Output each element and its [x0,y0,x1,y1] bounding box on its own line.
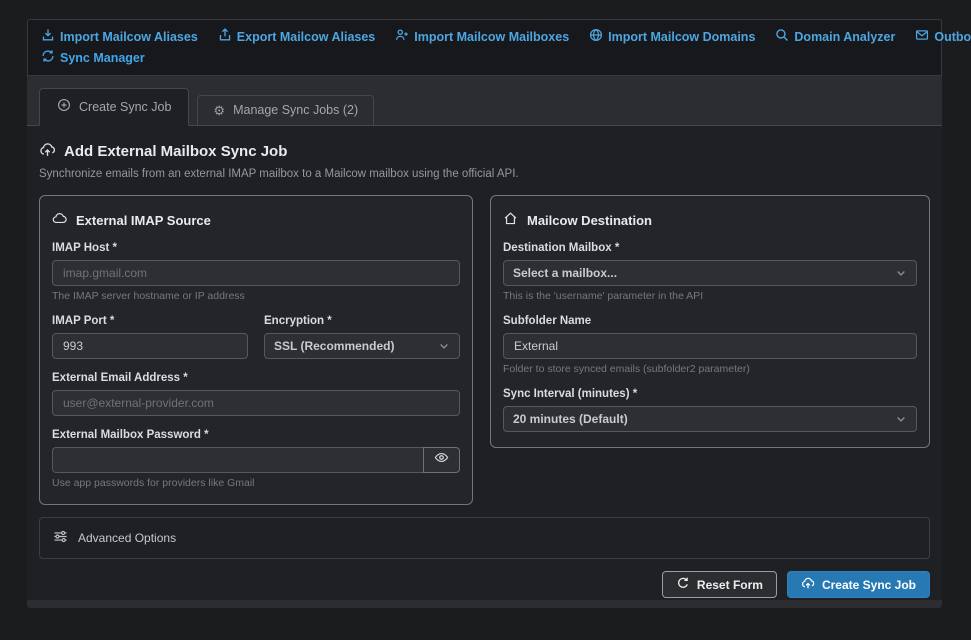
subfolder-help: Folder to store synced emails (subfolder… [503,363,917,375]
password-help: Use app passwords for providers like Gma… [52,477,460,489]
mailcow-destination-panel: Mailcow Destination Destination Mailbox … [490,195,930,448]
create-sync-job-panel: Add External Mailbox Sync Job Synchroniz… [27,125,942,600]
external-password-input[interactable] [52,447,423,473]
tab-label: Create Sync Job [79,100,171,114]
form-footer: Reset Form Create Sync Job [39,571,930,598]
nav-label: Outbound Monitor [934,30,971,44]
source-panel-title-text: External IMAP Source [76,213,211,228]
page-title: Add External Mailbox Sync Job [39,141,930,162]
reset-form-label: Reset Form [697,578,763,592]
destination-mailbox-selected-value: Select a mailbox... [513,266,617,280]
navbar-row-2: Sync Manager [41,49,928,66]
page-subtitle: Synchronize emails from an external IMAP… [39,168,930,180]
person-plus-icon [395,28,409,45]
tab-label: Manage Sync Jobs (2) [233,103,358,117]
reset-form-button[interactable]: Reset Form [662,571,777,598]
nav-domain-analyzer[interactable]: Domain Analyzer [775,28,895,45]
sync-manager-app: Import Mailcow Aliases Export Mailcow Al… [27,19,942,608]
cloud-icon [52,211,67,229]
gear-icon: ⚙ [213,104,225,117]
nav-import-mailboxes[interactable]: Import Mailcow Mailboxes [395,28,569,45]
nav-label: Export Mailcow Aliases [237,30,375,44]
chevron-down-icon [895,267,907,279]
nav-import-domains[interactable]: Import Mailcow Domains [589,28,755,45]
form-panels: External IMAP Source IMAP Host * The IMA… [39,195,930,505]
box-arrow-up-icon [218,28,232,45]
nav-export-aliases[interactable]: Export Mailcow Aliases [218,28,375,45]
eye-icon [434,450,449,470]
encryption-label: Encryption * [264,315,460,327]
advanced-options-label: Advanced Options [78,531,176,545]
nav-label: Import Mailcow Mailboxes [414,30,569,44]
sync-interval-select[interactable]: 20 minutes (Default) [503,406,917,432]
tab-bar: Create Sync Job ⚙ Manage Sync Jobs (2) [39,88,942,125]
show-password-button[interactable] [423,447,460,473]
imap-host-input[interactable] [52,260,460,286]
nav-outbound-monitor[interactable]: Outbound Monitor [915,28,971,45]
tab-create-sync-job[interactable]: Create Sync Job [39,88,189,126]
imap-port-label: IMAP Port * [52,315,248,327]
external-imap-source-panel: External IMAP Source IMAP Host * The IMA… [39,195,473,505]
globe-icon [589,28,603,45]
sync-icon [41,49,55,66]
nav-import-aliases[interactable]: Import Mailcow Aliases [41,28,198,45]
nav-label: Sync Manager [60,51,145,65]
envelope-icon [915,28,929,45]
reset-arrow-icon [676,576,690,593]
subfolder-input[interactable] [503,333,917,359]
destination-panel-title-text: Mailcow Destination [527,213,652,228]
tab-manage-sync-jobs[interactable]: ⚙ Manage Sync Jobs (2) [197,95,374,126]
external-email-label: External Email Address * [52,372,460,384]
nav-label: Domain Analyzer [794,30,895,44]
navbar-row-1: Import Mailcow Aliases Export Mailcow Al… [41,28,928,45]
house-icon [503,211,518,229]
nav-label: Import Mailcow Aliases [60,30,198,44]
nav-label: Import Mailcow Domains [608,30,755,44]
box-arrow-in-down-icon [41,28,55,45]
advanced-options-toggle[interactable]: Advanced Options [39,517,930,559]
external-password-label: External Mailbox Password * [52,429,460,441]
imap-port-field: IMAP Port * [52,302,248,359]
imap-port-input[interactable] [52,333,248,359]
chevron-down-icon [438,340,450,352]
plus-circle-icon [57,98,71,115]
chevron-down-icon [895,413,907,425]
destination-mailbox-help: This is the 'username' parameter in the … [503,290,917,302]
cloud-upload-icon [39,141,56,162]
create-sync-job-label: Create Sync Job [822,578,916,592]
external-email-input[interactable] [52,390,460,416]
cloud-upload-icon [801,576,815,593]
encryption-field: Encryption * SSL (Recommended) [264,302,460,359]
destination-panel-title: Mailcow Destination [503,211,917,229]
encryption-select[interactable]: SSL (Recommended) [264,333,460,359]
top-navbar: Import Mailcow Aliases Export Mailcow Al… [27,19,942,76]
password-group [52,447,460,473]
sliders-icon [53,529,68,547]
sync-interval-label: Sync Interval (minutes) * [503,388,917,400]
destination-mailbox-select[interactable]: Select a mailbox... [503,260,917,286]
page-title-text: Add External Mailbox Sync Job [64,143,287,160]
create-sync-job-button[interactable]: Create Sync Job [787,571,930,598]
sync-interval-selected-value: 20 minutes (Default) [513,412,628,426]
port-encryption-row: IMAP Port * Encryption * SSL (Recommende… [52,302,460,359]
nav-sync-manager[interactable]: Sync Manager [41,49,145,66]
encryption-selected-value: SSL (Recommended) [274,339,394,353]
destination-mailbox-label: Destination Mailbox * [503,242,917,254]
source-panel-title: External IMAP Source [52,211,460,229]
imap-host-help: The IMAP server hostname or IP address [52,290,460,302]
subfolder-label: Subfolder Name [503,315,917,327]
imap-host-label: IMAP Host * [52,242,460,254]
search-icon [775,28,789,45]
